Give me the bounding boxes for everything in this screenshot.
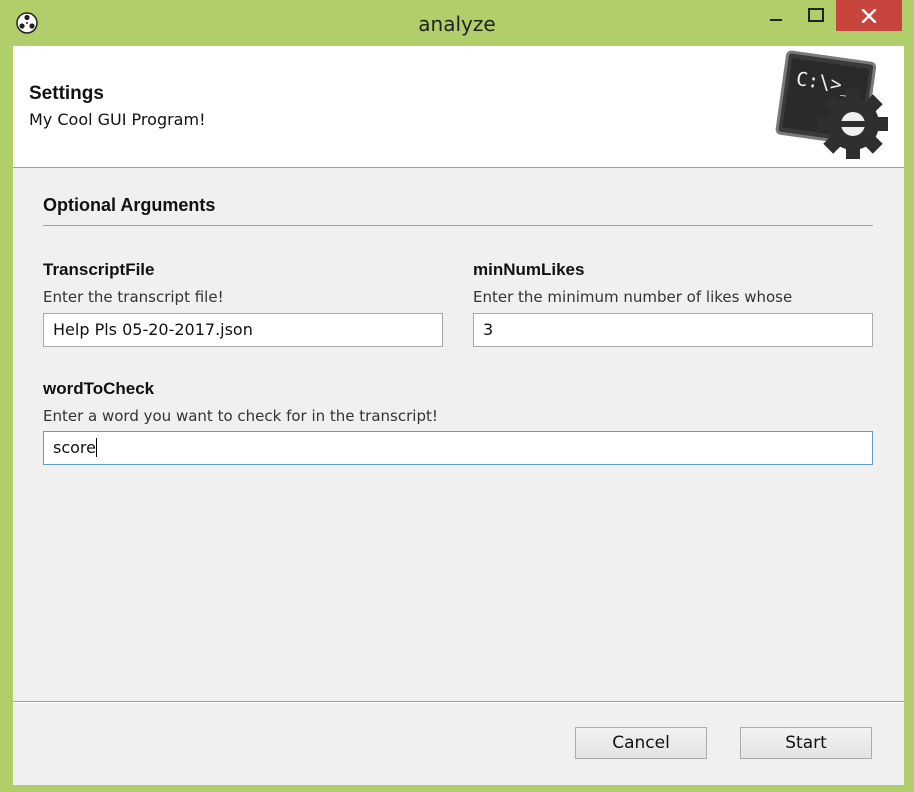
word-to-check-value: score bbox=[53, 438, 96, 457]
close-button[interactable] bbox=[836, 0, 902, 31]
minimize-icon bbox=[770, 19, 782, 21]
transcript-file-input[interactable]: Help Pls 05-20-2017.json bbox=[43, 313, 443, 347]
close-icon bbox=[861, 8, 877, 23]
app-window: analyze Settings My Cool GUI Program! C:… bbox=[0, 0, 914, 792]
word-to-check-help: Enter a word you want to check for in th… bbox=[43, 407, 438, 425]
title-bar[interactable]: analyze bbox=[0, 0, 914, 46]
cancel-button[interactable]: Cancel bbox=[575, 727, 707, 759]
text-caret bbox=[96, 438, 97, 457]
page-title: Settings bbox=[29, 83, 104, 104]
maximize-button[interactable] bbox=[796, 0, 836, 30]
footer-divider-highlight bbox=[13, 702, 904, 703]
page-subtitle: My Cool GUI Program! bbox=[29, 110, 206, 129]
word-to-check-label: wordToCheck bbox=[43, 379, 155, 398]
header-banner: Settings My Cool GUI Program! C:\>_ bbox=[13, 46, 904, 168]
terminal-gear-icon: C:\>_ bbox=[775, 50, 888, 159]
word-to-check-input[interactable]: score bbox=[43, 431, 873, 465]
min-num-likes-label: minNumLikes bbox=[473, 260, 585, 279]
min-num-likes-input[interactable]: 3 bbox=[473, 313, 873, 347]
start-button[interactable]: Start bbox=[740, 727, 872, 759]
maximize-icon bbox=[808, 8, 824, 22]
transcript-file-label: TranscriptFile bbox=[43, 260, 155, 279]
minimize-button[interactable] bbox=[756, 0, 796, 30]
dialog-content: Settings My Cool GUI Program! C:\>_ Opti… bbox=[13, 46, 904, 785]
transcript-file-help: Enter the transcript file! bbox=[43, 288, 224, 306]
section-title: Optional Arguments bbox=[43, 195, 216, 215]
min-num-likes-value: 3 bbox=[483, 320, 494, 339]
transcript-file-value: Help Pls 05-20-2017.json bbox=[53, 320, 253, 339]
min-num-likes-help: Enter the minimum number of likes whose bbox=[473, 288, 793, 306]
section-divider bbox=[43, 225, 873, 226]
